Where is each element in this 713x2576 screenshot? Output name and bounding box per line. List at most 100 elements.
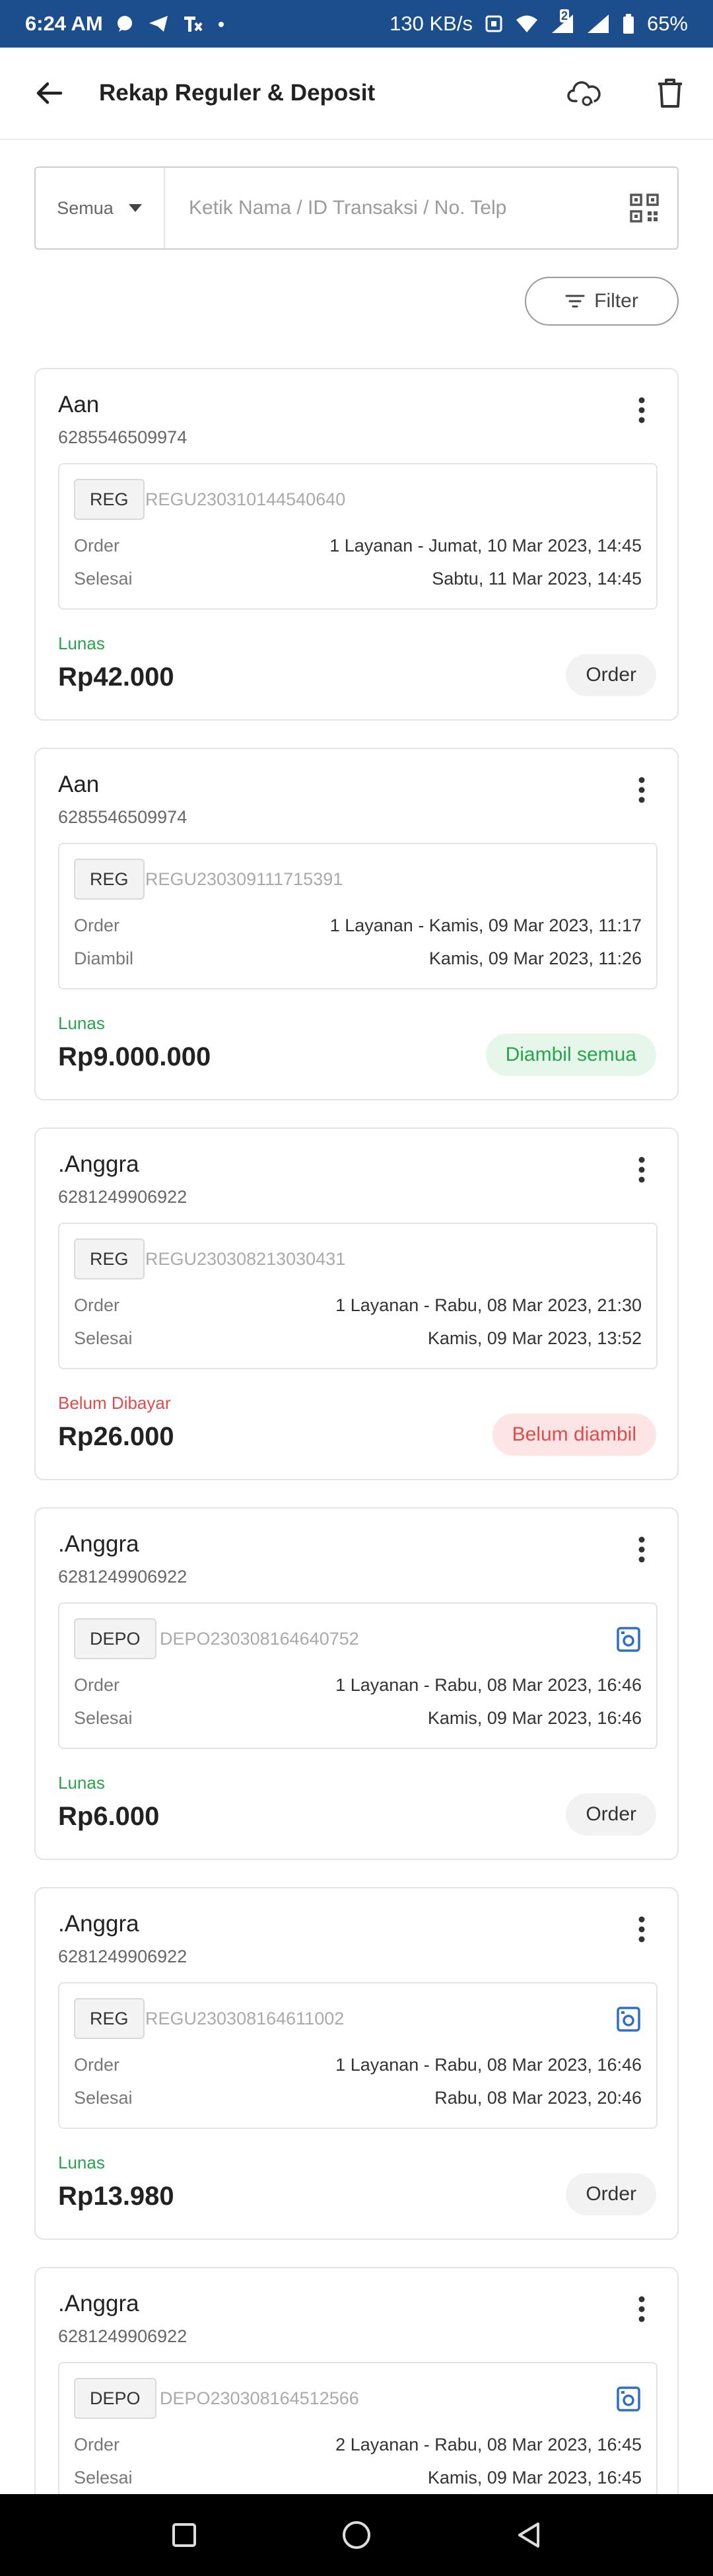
order-button[interactable]: Order <box>566 2173 656 2215</box>
signal-icon <box>587 15 609 33</box>
more-options-button[interactable] <box>623 1528 660 1571</box>
delete-button[interactable] <box>627 47 713 139</box>
payment-status: Lunas <box>58 1773 105 1793</box>
nfc-icon <box>485 15 502 32</box>
row-label: Order <box>74 915 120 935</box>
row-value: 1 Layanan - Jumat, 10 Mar 2023, 14:45 <box>329 536 642 555</box>
status-time: 6:24 AM <box>25 12 103 35</box>
transaction-id: DEPO230308164640752 <box>160 1628 359 1649</box>
picked-up-status-button[interactable]: Diambil semua <box>485 1034 656 1076</box>
more-vertical-icon <box>638 1536 645 1563</box>
more-options-button[interactable] <box>623 769 660 811</box>
transaction-card[interactable]: .Anggra 6281249906922 DEPO DEPO230308164… <box>34 1507 679 1860</box>
more-options-button[interactable] <box>623 389 660 431</box>
customer-phone: 6281249906922 <box>58 1187 187 1207</box>
transaction-details: REG REGU230308213030431 Order 1 Layanan -… <box>58 1223 658 1369</box>
transaction-type-badge: DEPO <box>74 1618 156 1659</box>
cloud-sync-icon <box>567 81 601 106</box>
chevron-down-icon <box>128 204 142 212</box>
status-row: Selesai Sabtu, 11 Mar 2023, 14:45 <box>74 569 642 589</box>
row-label: Selesai <box>74 2468 133 2487</box>
more-vertical-icon <box>638 397 645 423</box>
filter-lines-icon <box>565 295 585 308</box>
scan-device-icon[interactable] <box>615 2006 642 2032</box>
transaction-card[interactable]: Aan 6285546509974 REG REGU23031014454064… <box>34 368 679 721</box>
row-value: 1 Layanan - Kamis, 09 Mar 2023, 11:17 <box>329 915 642 935</box>
category-dropdown[interactable]: Semua <box>36 168 165 248</box>
telegram-icon <box>149 16 168 32</box>
page-title: Rekap Reguler & Deposit <box>99 80 376 106</box>
trash-icon <box>658 79 682 108</box>
customer-name: .Anggra <box>58 2291 139 2316</box>
filter-button[interactable]: Filter <box>525 277 679 326</box>
transaction-type-badge: REG <box>74 1238 145 1279</box>
more-vertical-icon <box>638 1157 645 1183</box>
back-arrow-icon <box>36 82 63 104</box>
status-row: Diambil Kamis, 09 Mar 2023, 11:26 <box>74 948 642 969</box>
transaction-details: REG REGU230309111715391 Order 1 Layanan -… <box>58 843 658 989</box>
order-button[interactable]: Order <box>566 1793 656 1836</box>
transaction-details: DEPO DEPO230308164640752 Order 1 Layanan … <box>58 1602 658 1749</box>
customer-phone: 6285546509974 <box>58 807 187 827</box>
row-value: Kamis, 09 Mar 2023, 13:52 <box>427 1328 642 1348</box>
order-row: Order 1 Layanan - Jumat, 10 Mar 2023, 14:… <box>74 536 642 556</box>
customer-name: .Anggra <box>58 1911 139 1937</box>
recents-square-icon[interactable] <box>171 2522 197 2548</box>
transaction-details: REG REGU230308164611002 Order 1 Layanan -… <box>58 1982 658 2129</box>
dot-icon <box>218 22 224 27</box>
payment-status: Belum Dibayar <box>58 1393 171 1413</box>
transaction-type-badge: REG <box>74 859 145 900</box>
row-label: Order <box>74 2055 120 2075</box>
app-icon <box>184 17 203 32</box>
customer-name: Aan <box>58 392 100 417</box>
order-row: Order 1 Layanan - Rabu, 08 Mar 2023, 21:3… <box>74 1295 642 1316</box>
wifi-icon <box>516 15 537 32</box>
row-label: Selesai <box>74 1708 133 1728</box>
qr-scan-button[interactable] <box>611 168 677 248</box>
home-circle-icon[interactable] <box>341 2520 372 2550</box>
total-amount: Rp6.000 <box>58 1802 160 1831</box>
qr-code-icon <box>630 194 659 223</box>
back-button[interactable] <box>0 47 99 139</box>
not-picked-up-status-button[interactable]: Belum diambil <box>492 1413 656 1456</box>
status-bar: 6:24 AM 130 KB/s 2 65% <box>0 0 713 48</box>
total-amount: Rp9.000.000 <box>58 1042 211 1071</box>
more-options-button[interactable] <box>623 1149 660 1191</box>
transaction-type-badge: REG <box>74 1998 145 2039</box>
transaction-details: DEPO DEPO230308164512566 Order 2 Layanan … <box>58 2362 658 2509</box>
more-options-button[interactable] <box>623 1908 660 1950</box>
battery-icon <box>623 14 634 34</box>
transaction-id: REGU230309111715391 <box>145 869 343 889</box>
transaction-id: REGU230310144540640 <box>145 489 346 509</box>
filter-label: Filter <box>594 290 638 312</box>
scan-device-icon[interactable] <box>615 1626 642 1653</box>
row-label: Diambil <box>74 948 134 968</box>
scan-device-icon[interactable] <box>615 2386 642 2412</box>
status-row: Selesai Kamis, 09 Mar 2023, 16:45 <box>74 2468 642 2488</box>
transaction-card[interactable]: Aan 6285546509974 REG REGU23030911171539… <box>34 748 679 1100</box>
row-value: Kamis, 09 Mar 2023, 16:46 <box>427 1708 642 1728</box>
system-nav-bar <box>0 2494 713 2576</box>
back-triangle-icon[interactable] <box>516 2521 542 2549</box>
more-options-button[interactable] <box>623 2288 660 2330</box>
row-value: Kamis, 09 Mar 2023, 16:45 <box>427 2468 642 2487</box>
total-amount: Rp42.000 <box>58 662 174 692</box>
status-row: Selesai Kamis, 09 Mar 2023, 16:46 <box>74 1708 642 1729</box>
transaction-card[interactable]: .Anggra 6281249906922 REG REGU2303081646… <box>34 1887 679 2240</box>
order-row: Order 2 Layanan - Rabu, 08 Mar 2023, 16:4… <box>74 2435 642 2455</box>
row-label: Order <box>74 536 120 555</box>
more-vertical-icon <box>638 2296 645 2322</box>
order-row: Order 1 Layanan - Kamis, 09 Mar 2023, 11:… <box>74 915 642 936</box>
payment-status: Lunas <box>58 2153 105 2172</box>
payment-status: Lunas <box>58 1013 105 1033</box>
transaction-card[interactable]: .Anggra 6281249906922 REG REGU2303082130… <box>34 1127 679 1480</box>
cloud-sync-button[interactable] <box>541 47 627 139</box>
app-bar: Rekap Reguler & Deposit <box>0 48 713 140</box>
transaction-id: REGU230308164611002 <box>145 2008 345 2028</box>
customer-phone: 6281249906922 <box>58 2326 187 2346</box>
total-amount: Rp13.980 <box>58 2182 174 2211</box>
dropdown-value: Semua <box>57 197 114 218</box>
customer-phone: 6281249906922 <box>58 1567 187 1587</box>
search-input[interactable] <box>165 168 611 248</box>
order-button[interactable]: Order <box>566 654 656 696</box>
